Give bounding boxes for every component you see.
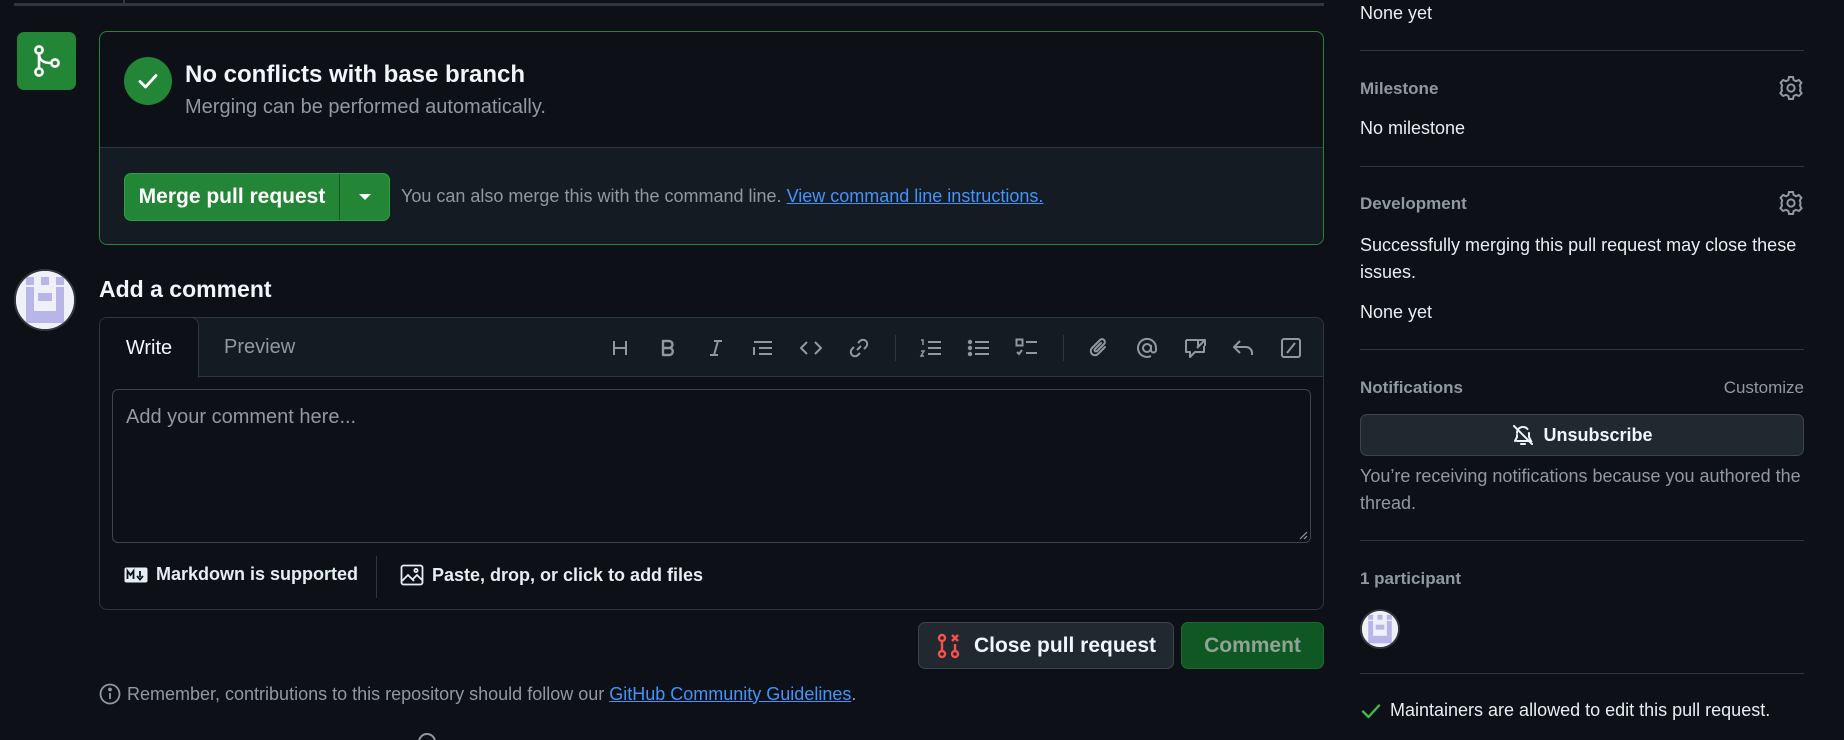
unsubscribe-button[interactable]: Unsubscribe: [1360, 414, 1804, 456]
partial-icon: [418, 733, 436, 740]
participants-heading: 1 participant: [1360, 569, 1462, 588]
merge-status-title: No conflicts with base branch: [185, 61, 526, 88]
merge-button-label[interactable]: Merge pull request: [125, 174, 340, 220]
mention-icon[interactable]: [1132, 333, 1162, 363]
toolbar-divider: [895, 335, 896, 361]
italic-icon[interactable]: [701, 333, 731, 363]
sidebar-divider: [1360, 673, 1804, 674]
milestone-gear-icon[interactable]: [1778, 75, 1804, 101]
quote-icon[interactable]: [748, 333, 778, 363]
comment-textarea[interactable]: Add your comment here...: [112, 389, 1311, 543]
editor-header: Write Preview: [100, 318, 1323, 378]
sidebar-divider: [1360, 166, 1804, 167]
task-list-icon[interactable]: [1012, 333, 1042, 363]
check-icon: [1361, 703, 1381, 718]
unordered-list-icon[interactable]: [964, 333, 994, 363]
sidebar-divider: [1360, 50, 1804, 51]
timeline-tick: [123, 0, 125, 6]
merge-actions-section: Merge pull request You can also merge th…: [100, 148, 1323, 244]
bell-slash-icon: [1513, 425, 1534, 445]
ordered-list-icon[interactable]: [916, 333, 946, 363]
identicon: [1362, 611, 1398, 647]
info-icon: [99, 683, 121, 705]
git-pull-request-closed-icon: [937, 633, 960, 658]
sidebar-divider: [1360, 349, 1804, 350]
resize-handle-icon[interactable]: [1298, 530, 1308, 540]
merge-command-line-hint: You can also merge this with the command…: [401, 186, 1043, 207]
heading-icon[interactable]: [605, 333, 635, 363]
notifications-note: You’re receiving notifications because y…: [1360, 466, 1801, 513]
community-guidelines-note: Remember, contributions to this reposito…: [99, 683, 856, 705]
link-icon[interactable]: [844, 333, 874, 363]
markdown-icon: [124, 567, 148, 582]
maintainers-edit-note: Maintainers are allowed to edit this pul…: [1360, 700, 1770, 721]
triangle-down-icon: [358, 194, 371, 200]
comment-button[interactable]: Comment: [1181, 622, 1324, 669]
merge-status-section: No conflicts with base branch Merging ca…: [100, 32, 1323, 148]
code-icon[interactable]: [796, 333, 826, 363]
slash-command-icon[interactable]: [1276, 333, 1306, 363]
development-value: None yet: [1360, 302, 1433, 322]
labels-value: None yet: [1360, 3, 1433, 23]
footer-divider: [376, 556, 377, 598]
unsubscribe-label[interactable]: Unsubscribe: [1543, 425, 1652, 446]
milestone-heading: Milestone: [1360, 79, 1439, 98]
reply-icon[interactable]: [1228, 333, 1258, 363]
notifications-heading: Notifications: [1360, 378, 1463, 397]
maintainers-edit-text: Maintainers are allowed to edit this pul…: [1390, 700, 1771, 720]
close-button-label[interactable]: Close pull request: [974, 634, 1156, 658]
image-icon: [400, 564, 424, 586]
development-gear-icon[interactable]: [1778, 190, 1804, 216]
milestone-value: No milestone: [1360, 118, 1466, 138]
add-comment-heading: Add a comment: [99, 276, 272, 302]
merge-box: No conflicts with base branch Merging ca…: [99, 31, 1324, 245]
attach-note[interactable]: Paste, drop, or click to add files: [432, 565, 703, 586]
check-circle-icon: [124, 57, 172, 105]
reference-icon[interactable]: [1180, 333, 1210, 363]
tab-preview[interactable]: Preview: [224, 318, 295, 377]
attach-icon[interactable]: [1084, 333, 1114, 363]
timeline-top-rule: [14, 3, 1324, 6]
community-guidelines-link[interactable]: GitHub Community Guidelines: [609, 684, 851, 704]
avatar[interactable]: [14, 269, 76, 331]
identicon: [16, 271, 74, 329]
close-pull-request-button[interactable]: Close pull request: [918, 622, 1174, 669]
command-line-instructions-link[interactable]: View command line instructions.: [787, 186, 1044, 206]
participant-avatar[interactable]: [1360, 609, 1400, 649]
toolbar-divider: [1063, 335, 1064, 361]
bold-icon[interactable]: [653, 333, 683, 363]
guidelines-prefix: Remember, contributions to this reposito…: [127, 683, 605, 704]
guidelines-suffix: .: [851, 683, 857, 704]
comment-placeholder[interactable]: Add your comment here...: [126, 406, 356, 429]
tab-write[interactable]: Write: [100, 318, 199, 378]
comment-editor: Write Preview Add your comment here... M…: [99, 317, 1324, 610]
markdown-note[interactable]: Markdown is supported: [156, 564, 358, 585]
attach-files-button[interactable]: Paste, drop, or click to add files: [400, 564, 703, 586]
merge-status-badge: [17, 32, 76, 90]
markdown-support-link[interactable]: Markdown is supported: [124, 564, 358, 585]
merge-pull-request-button[interactable]: Merge pull request: [124, 173, 390, 221]
customize-notifications-link[interactable]: Customize: [1724, 378, 1804, 398]
merge-method-dropdown[interactable]: [340, 174, 389, 220]
development-description: Successfully merging this pull request m…: [1360, 235, 1797, 282]
merge-status-subtitle: Merging can be performed automatically.: [185, 96, 546, 118]
git-merge-icon: [33, 45, 60, 77]
sidebar-divider: [1360, 540, 1804, 541]
development-heading: Development: [1360, 194, 1467, 213]
merge-hint-text: You can also merge this with the command…: [401, 186, 782, 206]
